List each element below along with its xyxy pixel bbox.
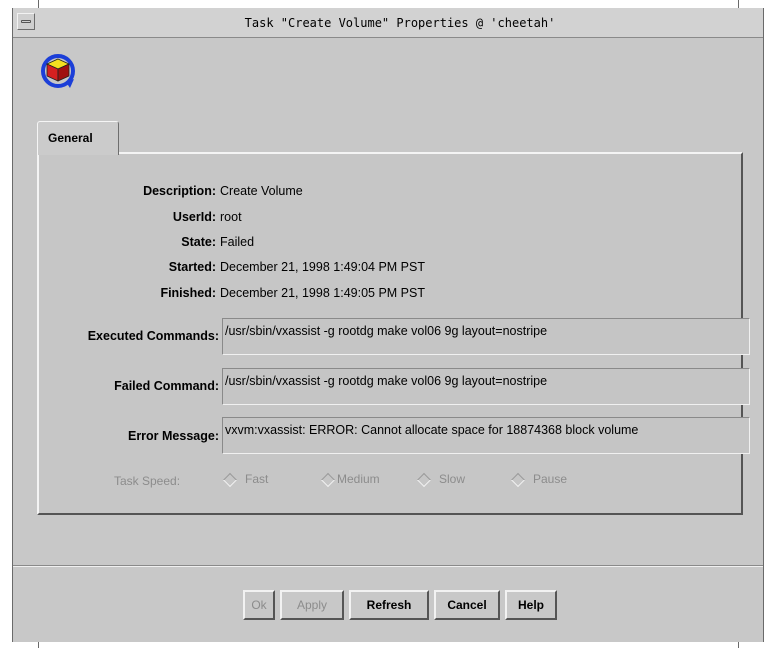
title-bar: Task "Create Volume" Properties @ 'cheet… bbox=[13, 8, 763, 38]
speed-option-pause[interactable]: Pause bbox=[510, 472, 568, 487]
properties-window: Task "Create Volume" Properties @ 'cheet… bbox=[12, 8, 764, 642]
radio-diamond-icon bbox=[510, 472, 526, 487]
task-speed-label: Task Speed: bbox=[114, 474, 181, 488]
speed-option-label: Pause bbox=[533, 472, 568, 486]
description-value: Create Volume bbox=[220, 184, 303, 198]
state-label: State: bbox=[181, 235, 216, 249]
userid-label: UserId: bbox=[172, 210, 216, 224]
apply-button[interactable]: Apply bbox=[280, 590, 344, 620]
error-message-field[interactable]: vxvm:vxassist: ERROR: Cannot allocate sp… bbox=[222, 417, 750, 454]
frame-corner bbox=[738, 0, 739, 8]
executed-commands-field[interactable]: /usr/sbin/vxassist -g rootdg make vol06 … bbox=[222, 318, 750, 355]
finished-value: December 21, 1998 1:49:05 PM PST bbox=[220, 286, 425, 300]
window-menu-icon[interactable] bbox=[17, 13, 35, 30]
window-title: Task "Create Volume" Properties @ 'cheet… bbox=[244, 16, 556, 30]
speed-option-slow[interactable]: Slow bbox=[416, 472, 466, 487]
help-button[interactable]: Help bbox=[505, 590, 557, 620]
task-volume-icon bbox=[41, 54, 75, 88]
general-panel: Description: Create Volume UserId: root … bbox=[37, 152, 750, 515]
speed-option-label: Fast bbox=[245, 472, 269, 486]
started-label: Started: bbox=[168, 260, 216, 274]
speed-option-label: Slow bbox=[439, 472, 466, 486]
frame-corner bbox=[738, 642, 739, 648]
started-value: December 21, 1998 1:49:04 PM PST bbox=[220, 260, 425, 274]
radio-diamond-icon bbox=[222, 472, 238, 487]
speed-option-label: Medium bbox=[337, 472, 380, 486]
state-value: Failed bbox=[220, 235, 255, 249]
frame-corner bbox=[38, 642, 39, 648]
radio-diamond-icon bbox=[416, 472, 432, 487]
error-message-label: Error Message: bbox=[127, 429, 219, 443]
finished-label: Finished: bbox=[160, 286, 216, 300]
cancel-button[interactable]: Cancel bbox=[434, 590, 500, 620]
speed-option-fast[interactable]: Fast bbox=[222, 472, 269, 487]
userid-value: root bbox=[220, 210, 242, 224]
speed-option-medium[interactable]: Medium bbox=[320, 472, 380, 487]
refresh-button[interactable]: Refresh bbox=[349, 590, 429, 620]
tab-general[interactable]: General bbox=[37, 121, 119, 155]
button-separator bbox=[13, 565, 763, 567]
description-label: Description: bbox=[143, 184, 216, 198]
failed-command-field[interactable]: /usr/sbin/vxassist -g rootdg make vol06 … bbox=[222, 368, 750, 405]
ok-button[interactable]: Ok bbox=[243, 590, 275, 620]
executed-commands-label: Executed Commands: bbox=[87, 329, 219, 343]
frame-corner bbox=[38, 0, 39, 8]
radio-diamond-icon bbox=[320, 472, 336, 487]
failed-command-label: Failed Command: bbox=[114, 379, 219, 393]
